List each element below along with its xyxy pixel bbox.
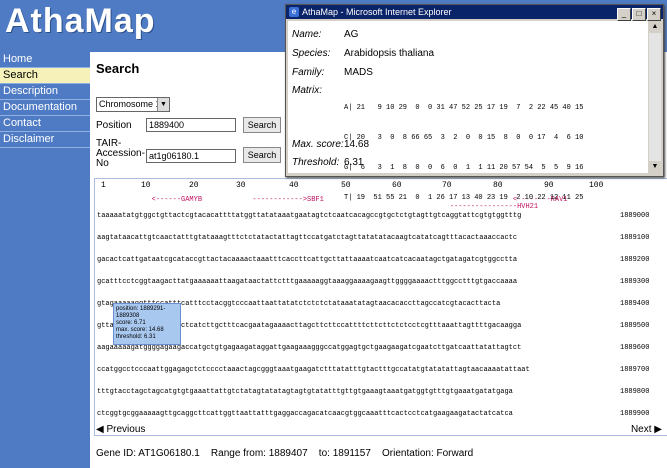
sequence-position: 1889500 xyxy=(620,322,650,330)
sequence-position: 1889200 xyxy=(620,256,650,264)
orientation-value: Forward xyxy=(436,448,474,459)
scroll-up-icon[interactable]: ▲ xyxy=(649,21,661,33)
matrix-row-a: A| 21 9 10 29 0 0 31 47 52 25 17 19 7 2 … xyxy=(344,104,584,112)
binding-site-tooltip: position: 1889291- 1889308 score: 6.71 m… xyxy=(113,303,181,345)
previous-link[interactable]: ◀ Previous xyxy=(96,424,145,435)
nav-disclaimer[interactable]: Disclaimer xyxy=(0,132,90,148)
nav-search[interactable]: Search xyxy=(0,68,90,84)
threshold-value: 6.31 xyxy=(344,157,364,168)
ruler-tick: 30 xyxy=(236,181,246,190)
sequence-position: 1889600 xyxy=(620,344,650,352)
tair-search-button[interactable]: Search xyxy=(243,147,281,163)
range-to-label: to: xyxy=(318,448,330,459)
next-label: Next xyxy=(630,424,652,435)
name-value: AG xyxy=(344,29,359,40)
sequence-line: tttgtacctagctagcatgtgtgaaattattgtctatagt… xyxy=(97,388,513,396)
nav-contact[interactable]: Contact xyxy=(0,116,90,132)
name-label: Name: xyxy=(292,29,322,40)
arrow-left-icon: ◀ xyxy=(96,424,104,435)
nav-description[interactable]: Description xyxy=(0,84,90,100)
browser-icon: e xyxy=(289,7,299,17)
matrix-popup-window: e AthaMap - Microsoft Internet Explorer … xyxy=(285,4,664,202)
range-from: 1889407 xyxy=(268,448,308,459)
gene-id-value: AT1G06180.1 xyxy=(138,448,200,459)
sequence-position: 1889000 xyxy=(620,212,650,220)
tooltip-max-score: max. score: 14.68 xyxy=(116,327,164,333)
ruler-tick: 1 xyxy=(101,181,106,190)
matrix-row-g: G| 6 3 1 8 0 0 6 0 1 1 11 20 57 54 5 5 9… xyxy=(344,164,584,172)
popup-title-bar[interactable]: e AthaMap - Microsoft Internet Explorer … xyxy=(286,5,663,21)
site-logo: AthaMap xyxy=(5,2,156,40)
max-score-value: 14.68 xyxy=(344,139,370,150)
max-score-label: Max. score: xyxy=(292,139,344,150)
tooltip-score: score: 6.71 xyxy=(116,320,146,326)
arrow-right-icon: ▶ xyxy=(654,424,662,435)
popup-scrollbar[interactable]: ▲ ▼ xyxy=(649,21,661,173)
range-label: Range from: xyxy=(210,448,266,459)
sequence-position: 1889300 xyxy=(620,278,650,286)
sequence-position: 1889700 xyxy=(620,366,650,374)
ruler-tick: 40 xyxy=(289,181,299,190)
next-link[interactable]: Next ▶ xyxy=(631,424,662,435)
sequence-position: 1889400 xyxy=(620,300,650,308)
position-weight-matrix: A| 21 9 10 29 0 0 31 47 52 25 17 19 7 2 … xyxy=(344,83,583,223)
family-label: Family: xyxy=(292,67,325,78)
maximize-icon[interactable]: □ xyxy=(632,8,646,21)
ruler-tick: 10 xyxy=(141,181,151,190)
species-label: Species: xyxy=(292,48,331,59)
page-title: Search xyxy=(96,61,140,76)
sequence-line: ctcggtgcggaaaaagttgcaggcttcattggttaattat… xyxy=(97,410,513,418)
family-value: MADS xyxy=(344,67,373,78)
nav-documentation[interactable]: Documentation xyxy=(0,100,90,116)
chromosome-select-value: Chromosome 1 xyxy=(99,99,161,109)
tair-label-3: No xyxy=(96,158,109,169)
popup-title: AthaMap - Microsoft Internet Explorer xyxy=(302,7,452,17)
nav-home[interactable]: Home xyxy=(0,52,90,68)
tair-accession-input[interactable]: at1g06180.1 xyxy=(146,149,236,163)
position-label: Position xyxy=(96,120,132,131)
sidebar: Home Search Description Documentation Co… xyxy=(0,52,90,468)
scroll-down-icon[interactable]: ▼ xyxy=(649,161,661,173)
sequence-line: gcatttcctcggtaagacttatgaaaaaattaagataact… xyxy=(97,278,518,286)
tooltip-position-end: 1889308 xyxy=(116,313,140,319)
gene-id-label: Gene ID: xyxy=(96,448,137,459)
sequence-line: aagtataacattgtcaactatttgtataaagtttctctat… xyxy=(97,234,518,242)
sequence-line: ccatggcctcccaattggagagctctcccctaaactagcg… xyxy=(97,366,530,374)
position-search-button[interactable]: Search xyxy=(243,117,281,133)
chromosome-select[interactable]: Chromosome 1 ▼ xyxy=(96,97,170,112)
sequence-position: 1889800 xyxy=(620,388,650,396)
sequence-line: gacactcattgataatcgcataccgttactacaaaactaa… xyxy=(97,256,518,264)
chevron-down-icon[interactable]: ▼ xyxy=(157,98,169,111)
sequence-line: aagaaaaagatggggagaagaccatgctgtgagaagatag… xyxy=(97,344,522,352)
close-icon[interactable]: × xyxy=(647,8,661,21)
matrix-row-c: C| 20 3 0 8 66 65 3 2 0 0 15 8 0 0 17 4 … xyxy=(344,134,584,142)
range-to: 1891157 xyxy=(332,448,371,459)
matrix-row-t: T| 19 51 55 21 0 1 26 17 13 40 23 19 2 1… xyxy=(344,194,584,202)
gene-info: Gene ID: AT1G06180.1 Range from: 1889407… xyxy=(96,448,473,459)
orientation-label: Orientation: xyxy=(382,448,434,459)
ruler-tick: 100 xyxy=(589,181,604,190)
tooltip-threshold: threshold: 6.31 xyxy=(116,334,156,340)
position-input[interactable]: 1889400 xyxy=(146,118,236,132)
popup-content: Name: AG Species: Arabidopsis thaliana Fam… xyxy=(288,21,648,202)
ruler-tick: 20 xyxy=(189,181,199,190)
tooltip-position: position: 1889291- xyxy=(116,306,166,312)
sequence-position: 1889100 xyxy=(620,234,650,242)
matrix-label: Matrix: xyxy=(292,85,322,96)
previous-label: Previous xyxy=(106,424,146,435)
sequence-position: 1889900 xyxy=(620,410,650,418)
species-value: Arabidopsis thaliana xyxy=(344,48,435,59)
threshold-label: Threshold: xyxy=(292,157,340,168)
pager: ◀ Previous Next ▶ xyxy=(94,424,666,436)
minimize-icon[interactable]: _ xyxy=(617,8,631,21)
